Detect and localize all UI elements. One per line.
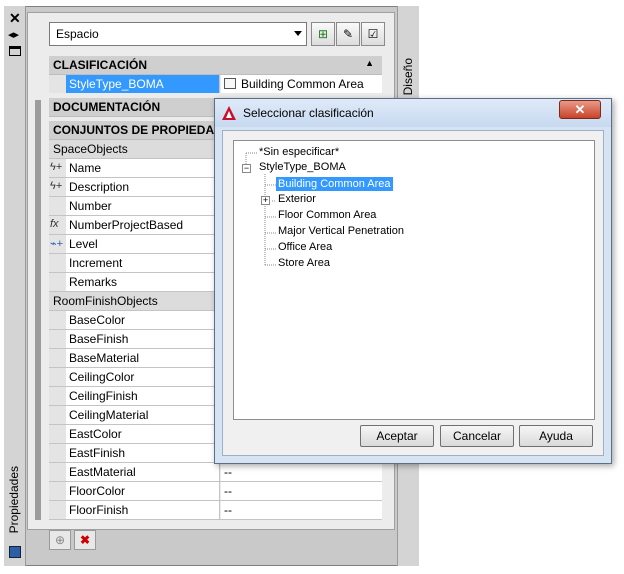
expand-node-icon[interactable]: + [261,196,270,205]
ok-button[interactable]: Aceptar [360,425,434,447]
tree-node-floor-common-area[interactable]: Floor Common Area [278,209,376,221]
classification-name: StyleType_BOMA [66,75,220,93]
cancel-button[interactable]: Cancelar [440,425,514,447]
remove-property-set-icon[interactable]: ✖ [74,530,96,550]
chevron-down-icon[interactable] [294,31,302,36]
property-row[interactable]: EastMaterial -- [49,463,382,482]
tree-node-building-common-area[interactable]: Building Common Area [276,177,393,191]
auto-hide-icon[interactable]: ◂▸ [8,28,19,41]
toggle-pickadd-icon[interactable]: ☑ [361,22,385,46]
help-button[interactable]: Ayuda [519,425,593,447]
tree-node-major-vertical-penetration[interactable]: Major Vertical Penetration [278,225,404,237]
add-property-set-icon[interactable]: ⊕ [49,530,71,550]
tree-node-unspecified[interactable]: *Sin especificar* [259,146,339,158]
classification-tree[interactable]: *Sin especificar* − StyleType_BOMA Build… [233,140,595,420]
tree-node-exterior[interactable]: Exterior [278,193,316,205]
palette-icon [9,546,21,558]
properties-menu-icon[interactable] [9,46,21,56]
collapse-node-icon[interactable]: − [242,164,251,173]
palette-tab-label[interactable]: Propiedades [7,466,21,533]
property-row[interactable]: FloorColor -- [49,482,382,501]
autocad-logo-icon [222,106,236,120]
section-clasificacion[interactable]: CLASIFICACIÓN ▲ [49,56,382,75]
close-icon: ✕ [574,102,586,117]
quick-select-icon[interactable]: ✎ [336,22,360,46]
table-icon [224,78,236,89]
classification-row[interactable]: StyleType_BOMA Building Common Area [49,75,382,94]
close-icon[interactable]: ✕ [9,10,21,27]
tree-node-root[interactable]: StyleType_BOMA [259,161,346,173]
formula-icon: fx [50,218,59,230]
property-row[interactable]: FloorFinish -- [49,501,382,520]
tree-node-store-area[interactable]: Store Area [278,257,330,269]
level-icon: ⌁+ [50,238,64,250]
close-button[interactable]: ✕ [559,100,601,119]
auto-property-icon: ϟ+ [50,180,63,192]
design-tab[interactable]: Diseño [401,58,415,95]
select-objects-icon[interactable]: ⊞ [311,22,335,46]
section-title: CLASIFICACIÓN [53,58,147,72]
tree-node-office-area[interactable]: Office Area [278,241,332,253]
palette-scroll-track[interactable] [35,100,41,520]
palette-left-strip: ✕ ◂▸ Propiedades [4,6,26,566]
auto-property-icon: ϟ+ [50,161,63,173]
object-type-dropdown[interactable]: Espacio [49,22,307,46]
dialog-title: Seleccionar clasificación [243,106,374,120]
dialog-titlebar[interactable]: Seleccionar clasificación [215,99,611,127]
classification-value[interactable]: Building Common Area [221,75,382,93]
dropdown-value: Espacio [56,27,99,41]
collapse-icon[interactable]: ▲ [365,58,374,68]
